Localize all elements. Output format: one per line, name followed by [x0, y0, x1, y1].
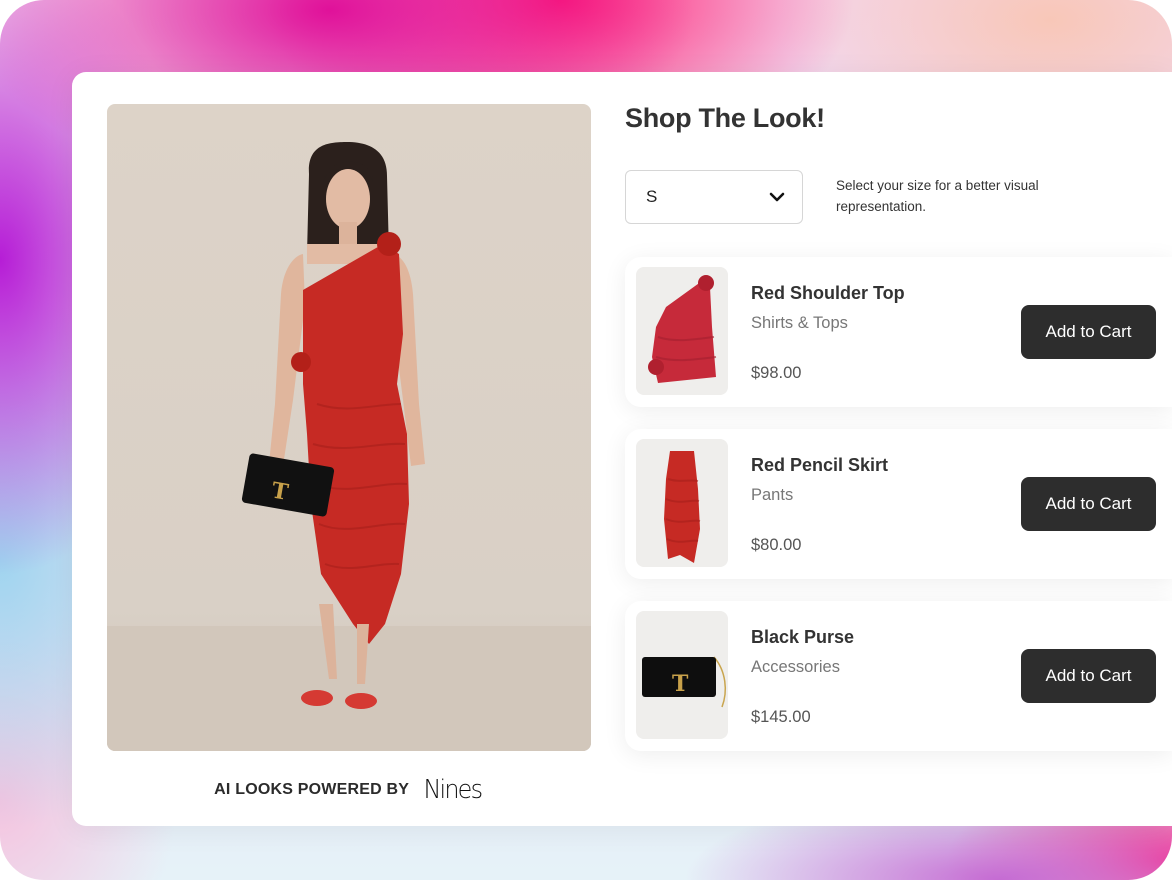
product-card-red-shoulder-top: Red Shoulder Top Shirts & Tops $98.00 Ad…: [625, 257, 1172, 407]
nines-logo: Nines: [423, 775, 484, 805]
product-category: Accessories: [751, 658, 840, 676]
product-price: $98.00: [751, 364, 802, 382]
svg-text:T: T: [672, 671, 689, 697]
size-dropdown[interactable]: S: [625, 170, 803, 224]
powered-by-footer: AI LOOKS POWERED BY Nines: [107, 772, 591, 808]
size-selected-value: S: [646, 187, 658, 206]
product-category: Shirts & Tops: [751, 314, 848, 332]
page-title: Shop The Look!: [625, 103, 825, 133]
add-to-cart-button[interactable]: Add to Cart: [1021, 305, 1156, 359]
size-hint-text: Select your size for a better visual rep…: [836, 178, 1039, 214]
add-to-cart-button[interactable]: Add to Cart: [1021, 649, 1156, 703]
product-price: $80.00: [751, 536, 802, 554]
product-name[interactable]: Red Pencil Skirt: [751, 455, 888, 476]
product-name[interactable]: Black Purse: [751, 627, 854, 648]
product-thumbnail[interactable]: [636, 439, 728, 567]
add-to-cart-button[interactable]: Add to Cart: [1021, 477, 1156, 531]
powered-by-label: AI LOOKS POWERED BY: [214, 781, 410, 798]
product-name[interactable]: Red Shoulder Top: [751, 283, 905, 304]
product-card-red-pencil-skirt: Red Pencil Skirt Pants $80.00 Add to Car…: [625, 429, 1172, 579]
chevron-down-icon: [769, 192, 785, 202]
product-price: $145.00: [751, 708, 811, 726]
product-category: Pants: [751, 486, 794, 504]
product-card-black-purse: T Black Purse Accessories $145.00 Add to…: [625, 601, 1172, 751]
model-look-photo: T: [107, 104, 591, 751]
product-thumbnail[interactable]: [636, 267, 728, 395]
product-thumbnail[interactable]: T: [636, 611, 728, 739]
